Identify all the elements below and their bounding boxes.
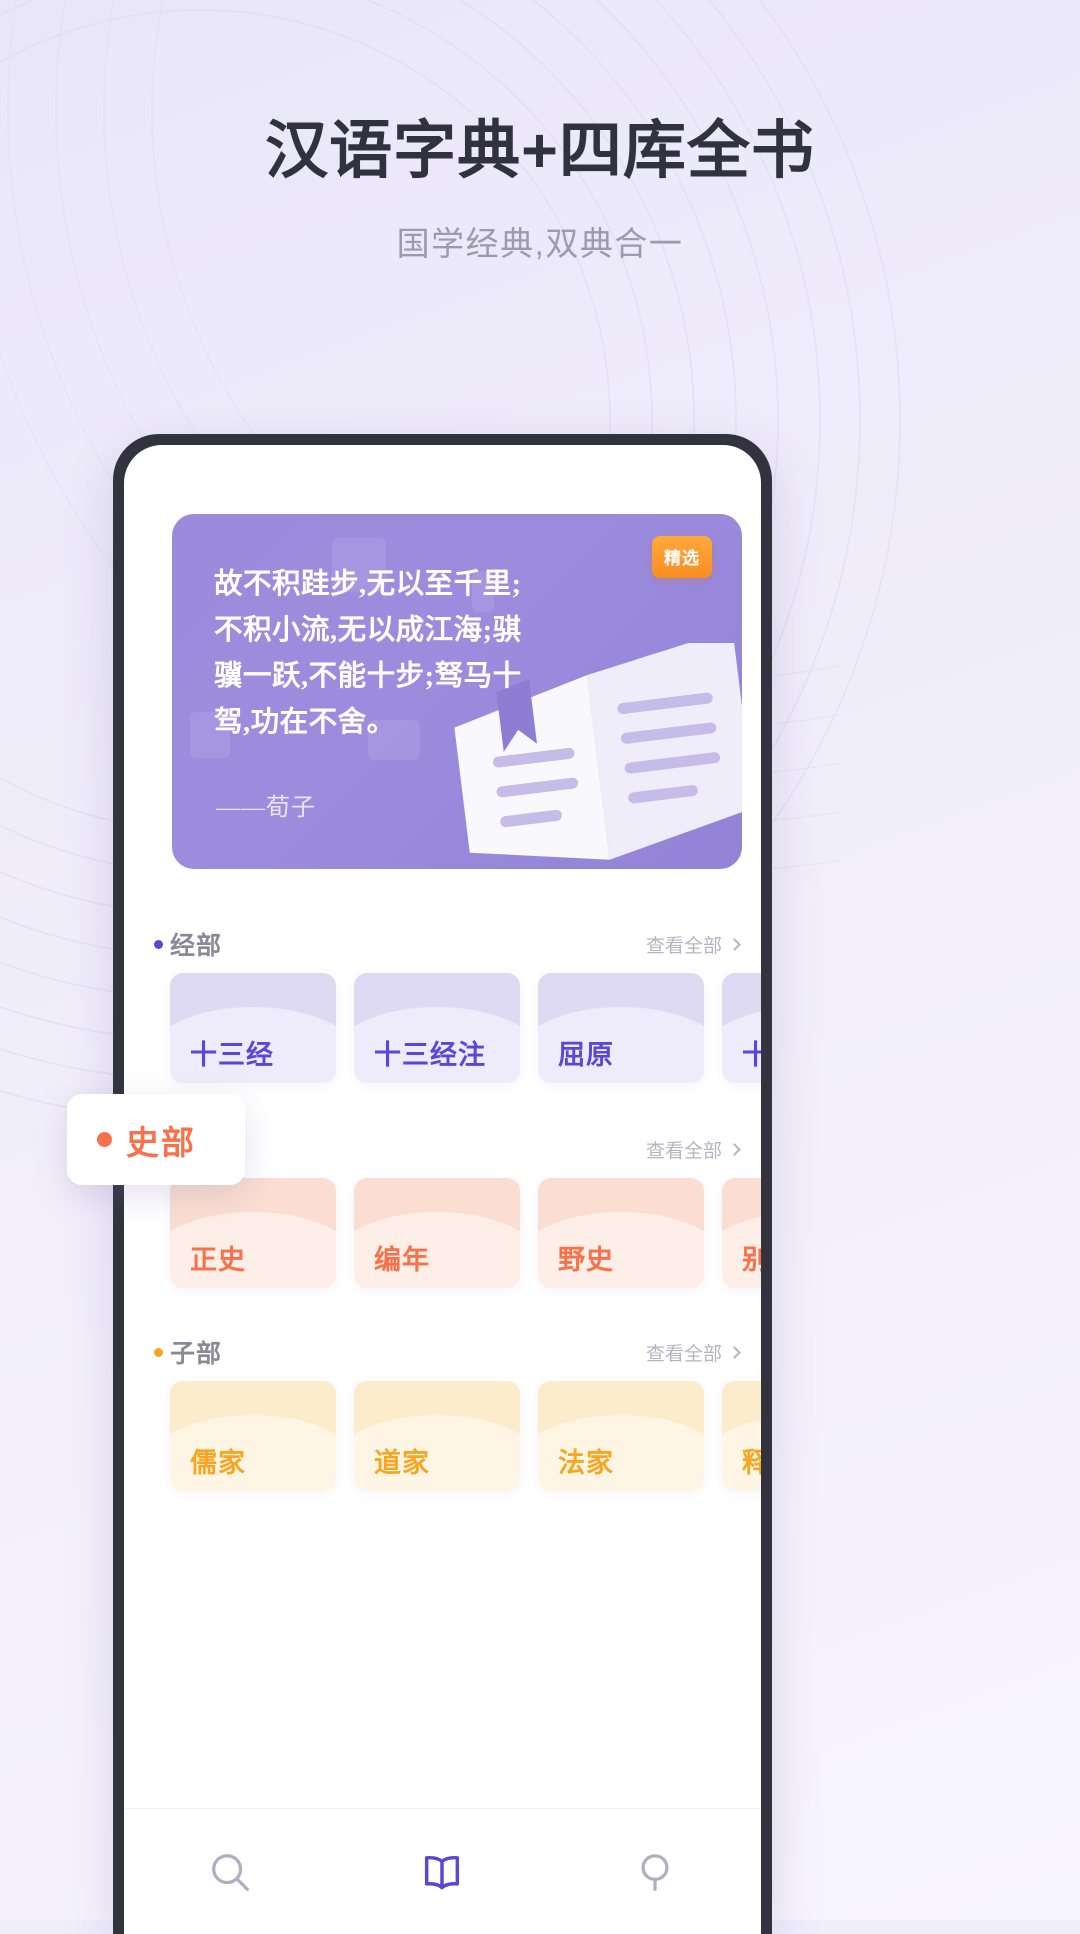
search-icon bbox=[212, 1853, 250, 1891]
book-card[interactable]: 十三经注 bbox=[354, 973, 520, 1083]
section-header: 经部 查看全部 bbox=[124, 915, 761, 973]
book-card-list: 十三经 十三经注 屈原 十 bbox=[124, 973, 761, 1083]
view-all-label: 查看全部 bbox=[645, 935, 722, 957]
book-icon bbox=[425, 1855, 460, 1889]
book-card[interactable]: 十 bbox=[722, 973, 761, 1083]
section-zibu: 子部 查看全部 儒家 道家 法家 释 bbox=[124, 1323, 761, 1491]
section-title: 经部 bbox=[170, 932, 223, 960]
page-title: 汉语字典+四库全书 bbox=[265, 116, 815, 186]
book-card-list: 儒家 道家 法家 释 bbox=[124, 1381, 761, 1491]
section-dot-icon bbox=[154, 1348, 163, 1357]
category-dot-icon bbox=[97, 1132, 112, 1147]
quote-author: ——荀子 bbox=[216, 795, 316, 821]
section-title: 子部 bbox=[170, 1340, 223, 1368]
book-card[interactable]: 编年 bbox=[354, 1178, 520, 1288]
nav-item-search[interactable] bbox=[124, 1809, 336, 1934]
page-subtitle: 国学经典,双典合一 bbox=[396, 225, 684, 263]
view-all-link-jingbu[interactable]: 查看全部 bbox=[645, 931, 741, 958]
header: 汉语字典+四库全书 国学经典,双典合一 bbox=[0, 0, 1080, 265]
quote-text: 故不积跬步,无以至千里;不积小流,无以成江海;骐骥一跃,不能十步;驽马十驾,功在… bbox=[214, 569, 522, 739]
book-card-label: 十三经 bbox=[190, 1040, 274, 1070]
view-all-label: 查看全部 bbox=[645, 1140, 722, 1162]
chevron-right-icon bbox=[728, 1142, 741, 1156]
section-dot-icon bbox=[154, 940, 163, 949]
featured-badge: 精选 bbox=[652, 536, 712, 578]
book-card-label: 释 bbox=[742, 1448, 761, 1478]
section-jingbu: 经部 查看全部 十三经 十三经注 屈原 十 bbox=[124, 915, 761, 1083]
chevron-right-icon bbox=[728, 937, 741, 951]
mirror-icon bbox=[641, 1853, 669, 1891]
book-card-list: 正史 编年 野史 别 bbox=[124, 1178, 761, 1288]
view-all-link-shibu[interactable]: 查看全部 bbox=[645, 1136, 741, 1163]
book-card[interactable]: 儒家 bbox=[170, 1381, 336, 1491]
book-card-label: 野史 bbox=[558, 1245, 614, 1275]
book-card-label: 儒家 bbox=[190, 1448, 246, 1478]
nav-item-mine[interactable] bbox=[549, 1809, 761, 1934]
book-card-label: 十 bbox=[742, 1040, 761, 1070]
quote-card[interactable]: 故不积跬步,无以至千里;不积小流,无以成江海;骐骥一跃,不能十步;驽马十驾,功在… bbox=[172, 514, 742, 869]
book-card-label: 道家 bbox=[374, 1448, 430, 1478]
book-card[interactable]: 别 bbox=[722, 1178, 761, 1288]
book-card[interactable]: 道家 bbox=[354, 1381, 520, 1491]
bottom-navigation bbox=[124, 1808, 761, 1934]
book-card[interactable]: 释 bbox=[722, 1381, 761, 1491]
book-card-label: 编年 bbox=[374, 1245, 430, 1275]
scroll-fade bbox=[124, 1782, 761, 1808]
book-card[interactable]: 十三经 bbox=[170, 973, 336, 1083]
floating-category-label: 史部 bbox=[126, 1123, 196, 1161]
book-card-label: 别 bbox=[742, 1245, 761, 1275]
book-card-label: 屈原 bbox=[558, 1040, 614, 1070]
book-card[interactable]: 正史 bbox=[170, 1178, 336, 1288]
view-all-label: 查看全部 bbox=[645, 1343, 722, 1365]
book-card[interactable]: 野史 bbox=[538, 1178, 704, 1288]
book-card[interactable]: 法家 bbox=[538, 1381, 704, 1491]
chevron-right-icon bbox=[728, 1345, 741, 1359]
book-card[interactable]: 屈原 bbox=[538, 973, 704, 1083]
book-card-label: 法家 bbox=[558, 1448, 614, 1478]
floating-category-card[interactable]: 史部 bbox=[67, 1094, 245, 1185]
book-card-label: 正史 bbox=[190, 1245, 246, 1275]
book-card-label: 十三经注 bbox=[374, 1040, 486, 1070]
view-all-link-zibu[interactable]: 查看全部 bbox=[645, 1339, 741, 1366]
nav-item-library[interactable] bbox=[336, 1809, 548, 1934]
section-header: 子部 查看全部 bbox=[124, 1323, 761, 1381]
phone-screen: 故不积跬步,无以至千里;不积小流,无以成江海;骐骥一跃,不能十步;驽马十驾,功在… bbox=[124, 445, 761, 1934]
